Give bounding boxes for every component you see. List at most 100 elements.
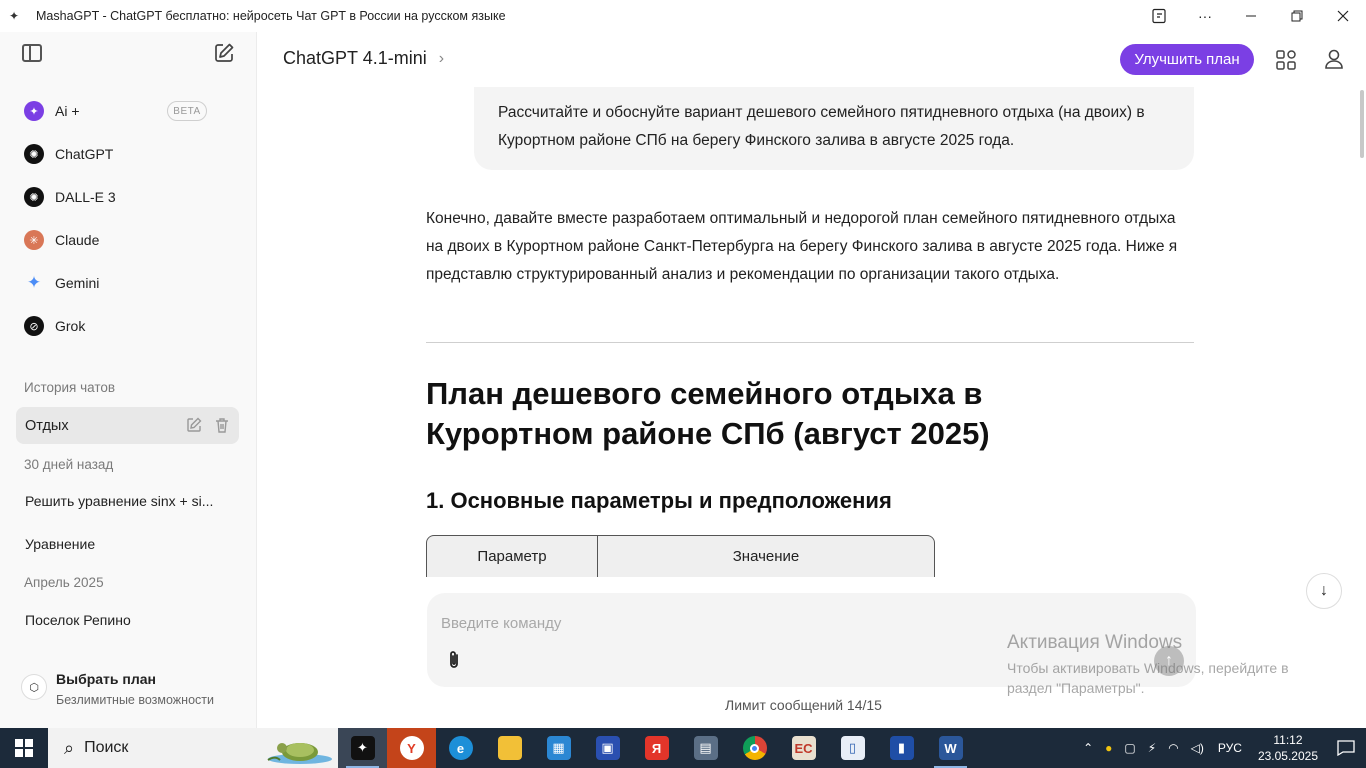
taskbar-app-yandex[interactable]: Я xyxy=(632,728,681,768)
taskbar-app-store[interactable]: ▦ xyxy=(534,728,583,768)
sidebar-item-label: DALL-E 3 xyxy=(55,189,116,205)
app-icon: ✦ xyxy=(8,9,20,23)
taskbar-app-word[interactable]: W xyxy=(926,728,975,768)
calculator-icon: ▤ xyxy=(693,736,718,760)
scrollbar[interactable] xyxy=(1360,90,1364,158)
close-button[interactable] xyxy=(1320,0,1366,32)
sidebar: ✦ Ai + BETA ✺ ChatGPT ✺ DALL-E 3 ✳ Claud… xyxy=(0,32,257,728)
answer-subheading: 1. Основные параметры и предположения xyxy=(426,488,892,513)
taskbar-app-save[interactable]: ▣ xyxy=(583,728,632,768)
plan-title: Выбрать план xyxy=(56,671,156,687)
taskbar-app-app[interactable]: EC xyxy=(779,728,828,768)
divider xyxy=(426,342,1194,343)
openai-icon: ✺ xyxy=(24,144,44,164)
scroll-down-button[interactable]: ↓ xyxy=(1306,573,1342,609)
parameters-table-header: Параметр Значение xyxy=(426,535,935,577)
sidebar-item-grok[interactable]: ⊘ Grok xyxy=(24,314,234,338)
search-label: Поиск xyxy=(84,739,129,756)
maximize-button[interactable] xyxy=(1274,0,1320,32)
chat-item[interactable]: Уравнение xyxy=(25,536,95,552)
choose-plan-button[interactable]: ⬡ Выбрать план Безлимитные возможности xyxy=(16,664,246,712)
plan-icon: ⬡ xyxy=(21,674,47,700)
grok-icon: ⊘ xyxy=(24,316,44,336)
clock-date: 23.05.2025 xyxy=(1257,749,1318,763)
plan-subtitle: Безлимитные возможности xyxy=(56,693,214,707)
window-titlebar: ✦ MashaGPT - ChatGPT бесплатно: нейросет… xyxy=(0,0,1366,32)
windows-logo-icon xyxy=(15,739,33,757)
model-name: ChatGPT 4.1-mini xyxy=(283,48,427,68)
new-chat-icon[interactable] xyxy=(213,42,235,64)
chevron-up-icon[interactable]: ⌃ xyxy=(1083,741,1093,755)
window-title: MashaGPT - ChatGPT бесплатно: нейросеть … xyxy=(36,9,506,23)
sidebar-item-gemini[interactable]: ✦ Gemini xyxy=(24,271,234,295)
taskbar-app-edge[interactable]: e xyxy=(436,728,485,768)
answer-heading: План дешевого семейного отдыха в Курортн… xyxy=(426,376,990,451)
sidebar-item-label: ChatGPT xyxy=(55,146,114,162)
notes-icon: ▮ xyxy=(889,736,914,760)
edit-icon[interactable] xyxy=(185,416,203,434)
sidebar-item-chatgpt[interactable]: ✺ ChatGPT xyxy=(24,142,234,166)
trash-icon[interactable] xyxy=(213,416,231,434)
power-icon[interactable]: ⚡ xyxy=(1148,741,1156,755)
wifi-icon[interactable]: ◠ xyxy=(1168,741,1178,755)
word-icon: W xyxy=(938,736,963,760)
window-controls: ··· xyxy=(1136,0,1366,32)
chat-item-active[interactable]: Отдых xyxy=(16,407,239,444)
section-30-days: 30 дней назад xyxy=(24,457,114,472)
apps-grid-icon[interactable] xyxy=(1276,50,1296,70)
taskbar-app-yandex-browser[interactable]: Y xyxy=(387,728,436,768)
taskbar-app-explorer[interactable] xyxy=(485,728,534,768)
gemini-icon: ✦ xyxy=(26,273,42,292)
clock[interactable]: 11:12 23.05.2025 xyxy=(1258,732,1318,764)
minimize-button[interactable] xyxy=(1228,0,1274,32)
yandex-browser-icon: Y xyxy=(399,736,424,760)
folder-icon xyxy=(497,736,522,760)
paperclip-icon[interactable] xyxy=(443,649,465,671)
floppy-icon: ▣ xyxy=(595,736,620,760)
table-header-cell: Параметр xyxy=(427,536,598,577)
ai-plus-icon: ✦ xyxy=(24,101,44,121)
tray-app-icon[interactable]: ▢ xyxy=(1124,741,1135,755)
start-button[interactable] xyxy=(0,728,48,768)
chat-item[interactable]: Решить уравнение sinx + si... xyxy=(25,493,213,509)
windows-activation-watermark: Активация Windows Чтобы активировать Win… xyxy=(1007,632,1327,698)
system-tray: ⌃ ● ▢ ⚡ ◠ ◁) РУС 11:12 23.05.2025 xyxy=(1077,728,1366,768)
taskbar-app-calculator[interactable]: ▤ xyxy=(681,728,730,768)
mashagpt-icon: ✦ xyxy=(350,736,375,760)
table-header-cell: Значение xyxy=(732,548,800,565)
arrow-down-icon: ↓ xyxy=(1320,582,1328,599)
clock-time: 11:12 xyxy=(1273,733,1303,747)
edge-icon: e xyxy=(448,736,473,760)
sidebar-toggle-icon[interactable] xyxy=(22,44,42,62)
app-icon-generic: EC xyxy=(791,736,816,760)
upgrade-plan-button[interactable]: Улучшить план xyxy=(1120,44,1254,75)
taskbar-apps: ✦ Y e ▦ ▣ Я ▤ EC ▯ ▮ W xyxy=(338,728,975,768)
claude-icon: ✳ xyxy=(24,230,44,250)
sidebar-item-dalle[interactable]: ✺ DALL-E 3 xyxy=(24,185,234,209)
notepad-icon: ▯ xyxy=(840,736,865,760)
message-limit: Лимит сообщений 14/15 xyxy=(725,697,882,713)
volume-icon[interactable]: ◁) xyxy=(1191,741,1204,755)
language-indicator[interactable]: РУС xyxy=(1218,741,1242,755)
taskbar-search[interactable]: ⌕ Поиск xyxy=(48,728,338,768)
user-icon[interactable] xyxy=(1323,48,1345,70)
watermark-subtitle: Чтобы активировать Windows, перейдите в … xyxy=(1007,660,1289,696)
search-highlight-image xyxy=(267,743,332,764)
taskbar-app-mashagpt[interactable]: ✦ xyxy=(338,728,387,768)
message-input[interactable] xyxy=(441,611,981,635)
notifications-icon[interactable] xyxy=(1326,740,1366,756)
taskbar-app-notepad[interactable]: ▯ xyxy=(828,728,877,768)
more-options-icon[interactable]: ··· xyxy=(1182,0,1228,32)
section-april: Апрель 2025 xyxy=(24,575,104,590)
watermark-title: Активация Windows xyxy=(1007,632,1183,653)
model-selector[interactable]: ChatGPT 4.1-mini › xyxy=(283,48,444,69)
chat-item[interactable]: Поселок Репино xyxy=(25,612,131,628)
security-icon[interactable]: ● xyxy=(1105,741,1112,755)
cast-icon[interactable] xyxy=(1136,0,1182,32)
chat-item-label: Отдых xyxy=(25,417,69,434)
chrome-icon xyxy=(742,736,767,760)
sidebar-item-claude[interactable]: ✳ Claude xyxy=(24,228,234,252)
store-icon: ▦ xyxy=(546,736,571,760)
taskbar-app-chrome[interactable] xyxy=(730,728,779,768)
taskbar-app-notes[interactable]: ▮ xyxy=(877,728,926,768)
